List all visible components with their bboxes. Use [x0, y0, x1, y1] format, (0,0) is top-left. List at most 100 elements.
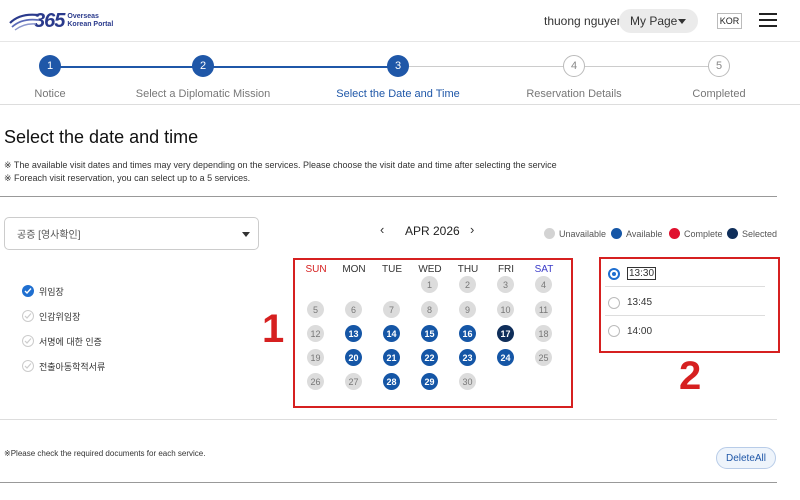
progress-stepper: 1 Notice 2 Select a Diplomatic Mission 3…	[0, 55, 800, 100]
calendar-day-avail[interactable]: 24	[497, 349, 514, 366]
weekday-label: MON	[342, 264, 366, 275]
notice-line: ※ The available visit dates and times ma…	[4, 160, 557, 170]
radio-icon	[608, 325, 620, 337]
calendar-day-unavail: 11	[535, 301, 552, 318]
logo-text: Overseas Korean Portal	[67, 13, 114, 28]
language-button[interactable]: KOR	[717, 13, 742, 29]
time-slot[interactable]: 14:00	[605, 318, 765, 344]
step-reservation-details: 4 Reservation Details	[494, 55, 654, 100]
weekday-label: SUN	[305, 264, 327, 275]
time-slot-label: 14:00	[627, 325, 653, 337]
calendar-day-avail[interactable]: 16	[459, 325, 476, 342]
calendar-day-avail[interactable]: 23	[459, 349, 476, 366]
step-label: Select a Diplomatic Mission	[135, 88, 271, 100]
time-slot-label: 13:45	[627, 297, 653, 308]
calendar-day-unavail: 12	[307, 325, 324, 342]
radio-icon	[608, 296, 620, 309]
step-number: 3	[387, 55, 409, 77]
step-label: Reservation Details	[526, 88, 622, 100]
calendar-day-unavail: 25	[535, 349, 552, 366]
calendar-day-unavail: 5	[307, 301, 324, 318]
step-select-date-time: 3 Select the Date and Time	[318, 55, 478, 100]
calendar-day-avail[interactable]: 29	[421, 373, 438, 390]
delete-all-button[interactable]: DeleteAll	[716, 447, 776, 469]
weekday-label: THU	[457, 264, 479, 275]
calendar-day-unavail: 9	[459, 301, 476, 318]
unchecked-circle-icon	[22, 310, 34, 322]
weekday-label: SAT	[534, 264, 554, 275]
calendar-day-avail[interactable]: 22	[421, 349, 438, 366]
selected-dot-icon	[727, 228, 738, 239]
divider	[0, 104, 800, 105]
mypage-label: My Page	[630, 14, 678, 28]
time-slot-label: 13:30	[627, 267, 657, 280]
service-category-select[interactable]: 공증 [영사확인]	[4, 217, 259, 250]
calendar-day-unavail: 19	[307, 349, 324, 366]
calendar-day-avail[interactable]: 15	[421, 325, 438, 342]
step-number: 2	[192, 55, 214, 77]
calendar-day-unavail: 27	[345, 373, 362, 390]
calendar-day-unavail: 6	[345, 301, 362, 318]
unchecked-circle-icon	[22, 335, 34, 347]
step-number: 5	[708, 55, 730, 77]
section-divider	[0, 196, 777, 197]
calendar-day-unavail: 7	[383, 301, 400, 318]
step-completed: 5 Completed	[639, 55, 799, 100]
service-item-label: 위임장	[39, 286, 64, 297]
complete-dot-icon	[669, 228, 680, 239]
weekday-label: FRI	[497, 264, 515, 275]
calendar-day-unavail: 2	[459, 276, 476, 293]
step-number: 1	[39, 55, 61, 77]
legend-selected: Selected	[727, 228, 777, 239]
service-item[interactable]: 위임장	[22, 284, 64, 298]
calendar-day-unavail: 26	[307, 373, 324, 390]
weekday-label: WED	[418, 264, 442, 275]
annotation-number-2: 2	[679, 354, 702, 398]
month-navigation: ‹ APR 2026 ›	[380, 222, 496, 240]
portal-logo[interactable]: 365 Overseas Korean Portal	[8, 8, 113, 34]
calendar-day-unavail: 30	[459, 373, 476, 390]
time-slot[interactable]: 13:30	[605, 261, 765, 287]
step-label: Notice	[34, 88, 66, 100]
service-item-label: 전출아동학적서류	[39, 361, 106, 372]
service-select-value: 공증 [영사확인]	[17, 230, 81, 241]
legend-complete: Complete	[669, 228, 723, 239]
top-header: 365 Overseas Korean Portal thuong nguyen…	[0, 0, 800, 42]
service-item-label: 인감위임장	[39, 311, 81, 322]
calendar-day-avail[interactable]: 14	[383, 325, 400, 342]
service-item[interactable]: 서명에 대한 인증	[22, 334, 102, 348]
weekday-label: TUE	[382, 264, 402, 275]
step-label: Select the Date and Time	[336, 88, 460, 100]
footer-note: ※Please check the required documents for…	[4, 449, 206, 458]
user-name: thuong nguyen	[544, 14, 624, 28]
calendar-day-unavail: 18	[535, 325, 552, 342]
time-slot[interactable]: 13:45	[605, 290, 765, 316]
checked-circle-icon	[22, 285, 34, 297]
caret-down-icon	[678, 19, 686, 24]
unchecked-circle-icon	[22, 360, 34, 372]
calendar-day-avail[interactable]: 20	[345, 349, 362, 366]
step-number: 4	[563, 55, 585, 77]
globe-swoosh-icon	[8, 9, 42, 33]
bottom-divider	[0, 482, 777, 483]
calendar-day-avail[interactable]: 21	[383, 349, 400, 366]
caret-down-icon	[242, 232, 250, 237]
calendar-day-selected[interactable]: 17	[497, 325, 514, 342]
prev-month-icon[interactable]: ‹	[380, 222, 384, 237]
hamburger-menu-icon[interactable]	[759, 13, 777, 28]
step-label: Completed	[692, 88, 746, 100]
divider	[0, 419, 777, 420]
next-month-icon[interactable]: ›	[470, 222, 474, 237]
legend-unavailable: Unavailable	[544, 228, 606, 239]
page-title: Select the date and time	[4, 127, 199, 147]
service-item-label: 서명에 대한 인증	[39, 336, 102, 347]
annotation-number-1: 1	[262, 307, 285, 351]
calendar-day-unavail: 1	[421, 276, 438, 293]
service-item[interactable]: 전출아동학적서류	[22, 359, 105, 373]
mypage-dropdown[interactable]: My Page	[619, 9, 698, 33]
calendar-day-avail[interactable]: 13	[345, 325, 362, 342]
month-label: APR 2026	[405, 224, 460, 238]
calendar-day-unavail: 3	[497, 276, 514, 293]
calendar-day-avail[interactable]: 28	[383, 373, 400, 390]
service-item[interactable]: 인감위임장	[22, 309, 80, 323]
